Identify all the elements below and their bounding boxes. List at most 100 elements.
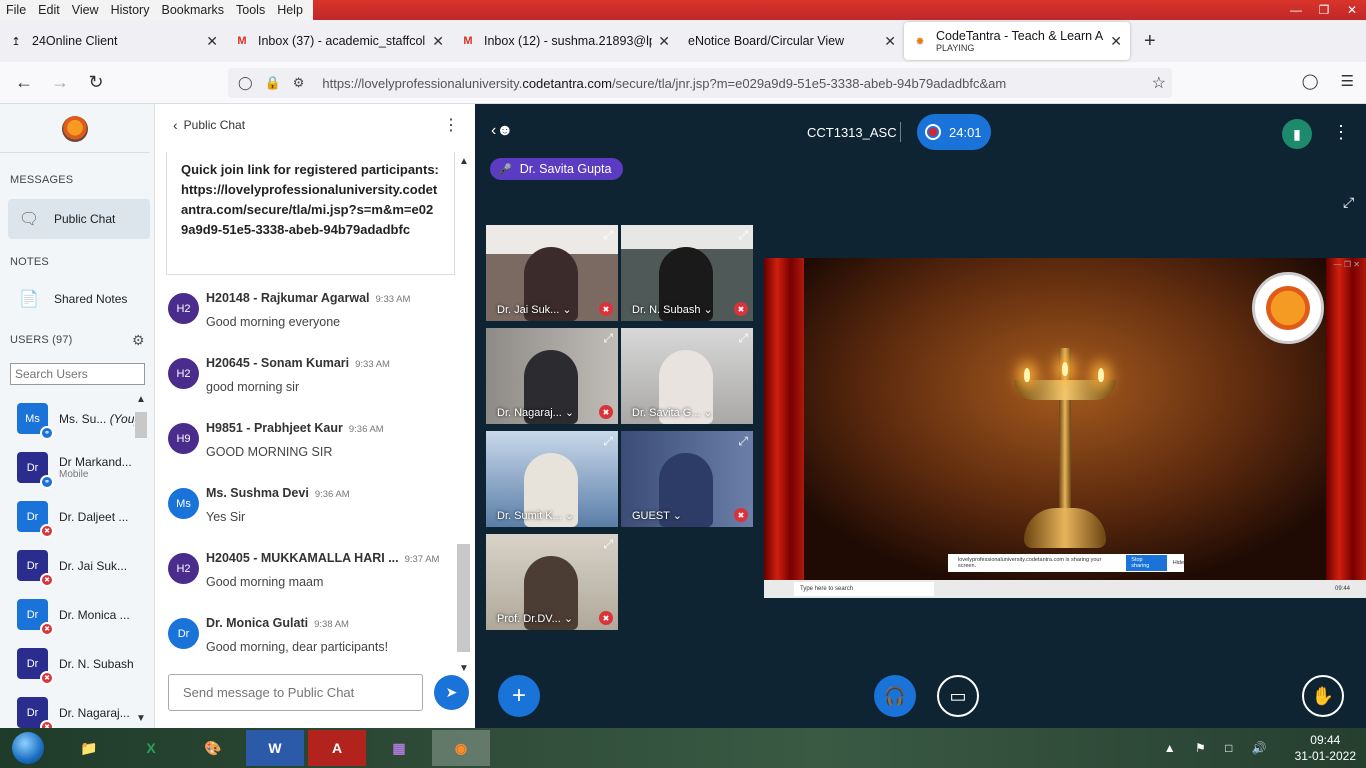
menu-file[interactable]: File <box>0 3 32 17</box>
permissions-icon[interactable]: ⚙ <box>293 75 305 91</box>
video-tile-active[interactable]: ⤢ Dr. Savita G... ⌄ <box>621 328 753 424</box>
menu-help[interactable]: Help <box>271 3 309 17</box>
expand-icon[interactable]: ⤢ <box>603 331 613 346</box>
file-explorer-icon[interactable]: 📁 <box>60 730 118 766</box>
raise-hand-button[interactable]: ✋ <box>1302 675 1344 717</box>
reload-icon[interactable]: ↻ <box>78 72 114 93</box>
sidebar-item-public-chat[interactable]: 🗨 Public Chat <box>8 199 150 239</box>
back-icon[interactable]: ← <box>6 72 42 93</box>
firefox-icon[interactable]: ◉ <box>432 730 490 766</box>
windows-logo-icon <box>12 732 44 764</box>
user-item[interactable]: Dr ✖ Dr. Monica ... <box>0 590 134 639</box>
gear-icon[interactable]: ⚙ <box>132 332 145 349</box>
paint-icon[interactable]: 🎨 <box>184 730 242 766</box>
video-tile[interactable]: ⤢ Dr. Jai Suk... ⌄ ✖ <box>486 225 618 321</box>
restore-icon[interactable]: ❐ <box>1310 0 1338 20</box>
connection-status-icon[interactable]: ▮ <box>1282 119 1312 149</box>
url-text[interactable]: https://lovelyprofessionaluniversity.cod… <box>322 76 1006 91</box>
menu-view[interactable]: View <box>66 3 105 17</box>
new-tab-icon[interactable]: + <box>1144 30 1156 53</box>
user-item[interactable]: Dr ⚭ Dr Markand... Mobile <box>0 443 134 492</box>
scroll-up-icon[interactable]: ▲ <box>459 156 469 167</box>
share-webcam-button[interactable]: ▭ <box>937 675 979 717</box>
expand-icon[interactable]: ⤢ <box>738 434 748 449</box>
video-tile[interactable]: ⤢ Prof. Dr.DV... ⌄ ✖ <box>486 534 618 630</box>
menu-tools[interactable]: Tools <box>230 3 271 17</box>
screenshare-view[interactable]: lovelyprofessionaluniversity.codetantra.… <box>764 258 1366 598</box>
word-icon[interactable]: W <box>246 730 304 766</box>
send-icon: ➤ <box>445 684 458 700</box>
user-item[interactable]: Dr ✖ Dr. Nagaraj... <box>0 688 134 728</box>
expand-icon[interactable]: ⤢ <box>603 228 613 243</box>
avatar: Dr ⚭ <box>17 452 54 489</box>
tray-icons[interactable]: ▲ ⚑ □ 🔊 <box>1164 741 1275 755</box>
minimize-icon[interactable]: — <box>1282 0 1310 20</box>
stop-sharing-button[interactable]: Stop sharing <box>1126 555 1167 571</box>
send-button[interactable]: ➤ <box>434 675 469 710</box>
sidebar-item-shared-notes[interactable]: 📄 Shared Notes <box>8 279 150 319</box>
tab-24online[interactable]: ↥ 24Online Client ✕ <box>0 23 226 59</box>
expand-icon[interactable]: ⤢ <box>603 434 613 449</box>
fullscreen-icon[interactable]: ⤢ <box>1343 194 1354 211</box>
scroll-down-icon[interactable]: ▼ <box>136 713 146 724</box>
expand-icon[interactable]: ⤢ <box>603 537 613 552</box>
video-tile[interactable]: ⤢ Dr. N. Subash ⌄ ✖ <box>621 225 753 321</box>
kebab-menu-icon[interactable]: ⋮ <box>1332 122 1350 143</box>
scrollbar-thumb[interactable] <box>457 544 470 652</box>
scroll-up-icon[interactable]: ▲ <box>136 394 146 405</box>
menu-bookmarks[interactable]: Bookmarks <box>155 3 230 17</box>
shield-icon[interactable]: ◯ <box>238 75 253 91</box>
hide-button[interactable]: Hide <box>1173 560 1184 566</box>
hamburger-menu-icon[interactable]: ☰ <box>1341 72 1354 90</box>
address-bar[interactable]: ◯ 🔒 ⚙ https://lovelyprofessionaluniversi… <box>228 68 1172 98</box>
user-list-scrollbar[interactable]: ▲ ▼ <box>134 394 148 728</box>
menu-history[interactable]: History <box>105 3 156 17</box>
close-tab-icon[interactable]: ✕ <box>884 33 896 50</box>
user-item[interactable]: Dr ✖ Dr. Daljeet ... <box>0 492 134 541</box>
user-item[interactable]: Dr ✖ Dr. Jai Suk... <box>0 541 134 590</box>
user-item[interactable]: Dr ✖ Dr. N. Subash <box>0 639 134 688</box>
close-tab-icon[interactable]: ✕ <box>432 33 444 50</box>
chat-message: H2 H20405 - MUKKAMALLA HARI ... 9:37 AM G… <box>168 542 448 602</box>
close-tab-icon[interactable]: ✕ <box>658 33 670 50</box>
video-tile[interactable]: ⤢ Dr. Nagaraj... ⌄ ✖ <box>486 328 618 424</box>
chevron-left-icon[interactable]: ‹ <box>173 117 178 133</box>
scrollbar-thumb[interactable] <box>135 412 147 438</box>
tab-codetantra[interactable]: ✸ CodeTantra - Teach & Learn An PLAYING … <box>904 22 1130 60</box>
expand-icon[interactable]: ⤢ <box>738 331 748 346</box>
user-item[interactable]: Ms⚭ Ms. Su... (You) <box>0 394 134 443</box>
actions-plus-button[interactable]: + <box>498 675 540 717</box>
leave-audio-button[interactable]: 🎧 <box>874 675 916 717</box>
chat-message-input[interactable] <box>168 674 423 711</box>
excel-icon[interactable]: X <box>122 730 180 766</box>
chat-header[interactable]: ‹ Public Chat ⋮ <box>155 104 475 146</box>
pocket-icon[interactable]: ◯ <box>1302 72 1319 90</box>
kebab-menu-icon[interactable]: ⋮ <box>443 115 459 135</box>
codetantra-icon: ✸ <box>915 35 925 48</box>
tab-enotice[interactable]: eNotice Board/Circular View ✕ <box>678 23 904 59</box>
user-list-toggle-icon[interactable]: ‹☻ <box>491 122 513 140</box>
recording-indicator[interactable]: 24:01 <box>917 114 991 150</box>
lock-icon[interactable]: 🔒 <box>265 75 281 91</box>
close-window-icon[interactable]: ✕ <box>1338 0 1366 20</box>
expand-icon[interactable]: ⤢ <box>738 228 748 243</box>
search-users-input[interactable] <box>10 363 145 385</box>
clock[interactable]: 09:44 31-01-2022 <box>1295 732 1356 764</box>
avatar: Ms <box>168 488 199 519</box>
acrobat-icon[interactable]: A <box>308 730 366 766</box>
close-tab-icon[interactable]: ✕ <box>206 33 218 50</box>
video-tile[interactable]: ⤢ GUEST ⌄ ✖ <box>621 431 753 527</box>
winrar-icon[interactable]: ▦ <box>370 730 428 766</box>
forward-icon[interactable]: → <box>42 72 78 93</box>
scroll-down-icon[interactable]: ▼ <box>459 663 469 674</box>
video-tile[interactable]: ⤢ Dr. Sumit K... ⌄ <box>486 431 618 527</box>
meeting-name: CCT1313_ASC <box>807 125 897 140</box>
close-tab-icon[interactable]: ✕ <box>1110 33 1122 50</box>
tab-inbox-academic[interactable]: M Inbox (37) - academic_staffcolle ✕ <box>226 23 452 59</box>
bookmark-star-icon[interactable]: ☆ <box>1152 73 1166 93</box>
menu-edit[interactable]: Edit <box>32 3 66 17</box>
tab-inbox-sushma[interactable]: M Inbox (12) - sushma.21893@lpu ✕ <box>452 23 678 59</box>
start-button[interactable] <box>8 730 48 766</box>
video-label: Dr. Jai Suk... ⌄ <box>497 304 572 316</box>
chat-scrollbar[interactable]: ▲ ▼ <box>456 154 470 674</box>
